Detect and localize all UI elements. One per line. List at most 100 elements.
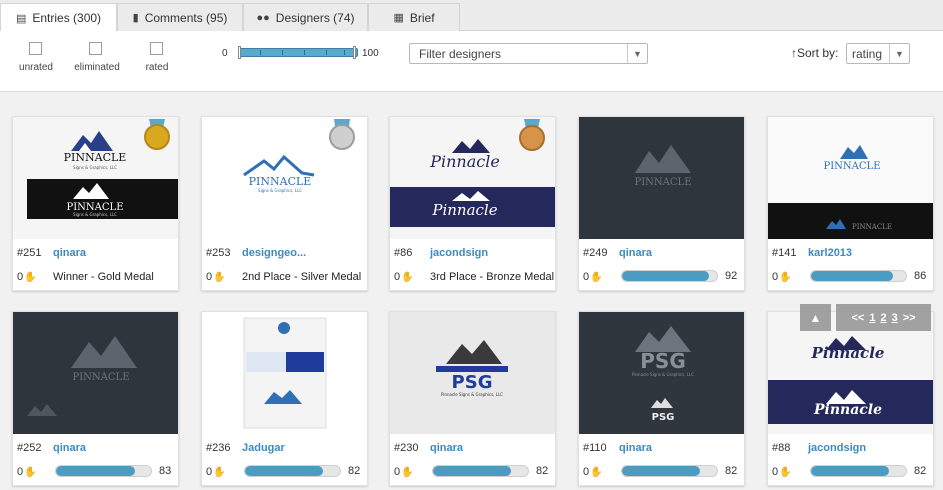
rating-range-slider[interactable] (238, 46, 358, 59)
designer-filter-select[interactable]: Filter designers ▼ (409, 43, 648, 64)
entry-author-link[interactable]: qinara (430, 442, 463, 454)
likes-count: 0 (772, 271, 779, 283)
tab-designers[interactable]: ●● Designers (74) (243, 3, 368, 31)
entry-number: #86 (394, 247, 413, 259)
likes-count: 0 (17, 271, 24, 283)
unrated-checkbox[interactable] (29, 42, 42, 55)
entry-card[interactable]: PINNACLE Signs & Graphics, LLC #253 desi… (201, 116, 368, 291)
entry-likes[interactable]: 0 ✋ (17, 271, 37, 283)
logo-text: PSG (452, 372, 493, 393)
rating-bar[interactable] (621, 270, 718, 282)
rating-bar[interactable] (244, 465, 341, 477)
entry-likes[interactable]: 0 ✋ (772, 271, 792, 283)
rating-bar-fill (245, 466, 323, 476)
rating-bar[interactable] (432, 465, 529, 477)
eliminated-checkbox[interactable] (89, 42, 102, 55)
next-page-link[interactable]: >> (903, 312, 916, 324)
entry-card[interactable]: PSG Pinnacle Signs & Graphics, LLC PSG #… (578, 311, 745, 486)
entry-author-link[interactable]: karl2013 (808, 247, 852, 259)
sort-label: ↑Sort by: (791, 46, 838, 60)
entry-card[interactable]: Pinnacle Pinnacle #88 jacondsign 0 ✋ 82 (767, 311, 934, 486)
tab-brief-label: Brief (409, 10, 435, 25)
entry-author-link[interactable]: qinara (619, 442, 652, 454)
page-link[interactable]: 1 (869, 312, 875, 324)
entry-image: PSG Pinnacle Signs & Graphics, LLC (390, 312, 555, 434)
logo-text: Pinnacle (813, 402, 882, 418)
rated-checkbox[interactable] (150, 42, 163, 55)
entry-thumbnail[interactable]: PSG Pinnacle Signs & Graphics, LLC (390, 312, 555, 434)
entry-thumbnail[interactable]: PINNACLE PINNACLE (768, 117, 933, 239)
logo-text: PINNACLE (852, 223, 892, 231)
filter-bar: unrated eliminated rated 0 100 Filter de… (0, 31, 943, 92)
entry-author-link[interactable]: Jadugar (242, 442, 285, 454)
entry-image: PINNACLE Signs & Graphics, LLC PINNACLE … (13, 117, 178, 239)
tab-designers-label: Designers (74) (275, 10, 355, 25)
page-link[interactable]: 2 (880, 312, 886, 324)
thumbs-up-icon: ✋ (779, 271, 792, 283)
entry-card[interactable]: PINNACLE #249 qinara 0 ✋ 92 (578, 116, 745, 291)
range-max-handle[interactable] (353, 46, 356, 59)
rating-bar-fill (622, 466, 700, 476)
tab-brief[interactable]: ▦ Brief (368, 3, 460, 31)
logo-text: PINNACLE (635, 177, 692, 188)
entry-thumbnail[interactable] (202, 312, 367, 434)
entry-author-link[interactable]: jacondsign (808, 442, 866, 454)
rating-bar[interactable] (810, 465, 907, 477)
entry-likes[interactable]: 0 ✋ (583, 271, 603, 283)
entry-image: PINNACLE Signs & Graphics, LLC (202, 117, 367, 239)
tab-entries-label: Entries (300) (32, 11, 102, 25)
sort-select[interactable]: rating ▼ (846, 43, 910, 64)
entry-likes[interactable]: 0 ✋ (394, 466, 414, 478)
entry-number: #252 (17, 442, 42, 454)
entry-card[interactable]: #236 Jadugar 0 ✋ 82 (201, 311, 368, 486)
rating-bar[interactable] (621, 465, 718, 477)
entry-card[interactable]: PINNACLE Signs & Graphics, LLC PINNACLE … (12, 116, 179, 291)
entry-likes[interactable]: 0 ✋ (394, 271, 414, 283)
entry-card[interactable]: PINNACLE PINNACLE #141 karl2013 0 ✋ 86 (767, 116, 934, 291)
entry-author-link[interactable]: qinara (53, 247, 86, 259)
entry-author-link[interactable]: jacondsign (430, 247, 488, 259)
prev-page-link[interactable]: << (851, 312, 864, 324)
thumbs-up-icon: ✋ (590, 271, 603, 283)
entry-image: PSG Pinnacle Signs & Graphics, LLC PSG (579, 312, 744, 434)
entry-thumbnail[interactable]: PINNACLE (579, 117, 744, 239)
thumbs-up-icon: ✋ (590, 466, 603, 478)
rating-score: 82 (725, 465, 738, 477)
entry-number: #249 (583, 247, 608, 259)
range-min-handle[interactable] (238, 46, 241, 59)
sort-label-text: Sort by: (797, 46, 839, 60)
entry-thumbnail[interactable]: PINNACLE (13, 312, 178, 434)
entry-likes[interactable]: 0 ✋ (583, 466, 603, 478)
entry-thumbnail[interactable]: PINNACLE Signs & Graphics, LLC (202, 117, 367, 239)
entry-thumbnail[interactable]: Pinnacle Pinnacle (390, 117, 555, 239)
range-tick (326, 50, 327, 55)
scroll-top-button[interactable]: ▲ (800, 304, 831, 331)
thumbs-up-icon: ✋ (24, 271, 37, 283)
logo-subtext: Pinnacle Signs & Graphics, LLC (632, 372, 694, 377)
chevron-up-icon: ▲ (809, 310, 822, 325)
rating-bar[interactable] (55, 465, 152, 477)
entry-card[interactable]: Pinnacle Pinnacle #86 jacondsign 0 ✋ 3rd … (389, 116, 556, 291)
entry-thumbnail[interactable]: PINNACLE Signs & Graphics, LLC PINNACLE … (13, 117, 178, 239)
entry-likes[interactable]: 0 ✋ (206, 271, 226, 283)
tab-comments[interactable]: ▮ Comments (95) (117, 3, 243, 31)
tab-entries[interactable]: ▤ Entries (300) (0, 3, 117, 32)
entry-card[interactable]: PINNACLE #252 qinara 0 ✋ 83 (12, 311, 179, 486)
entry-author-link[interactable]: qinara (53, 442, 86, 454)
rating-bar[interactable] (810, 270, 907, 282)
entry-author-link[interactable]: qinara (619, 247, 652, 259)
entry-number: #230 (394, 442, 419, 454)
entry-thumbnail[interactable]: PSG Pinnacle Signs & Graphics, LLC PSG (579, 312, 744, 434)
tab-comments-label: Comments (95) (144, 10, 228, 25)
entry-likes[interactable]: 0 ✋ (17, 466, 37, 478)
logo-subtext: Signs & Graphics, LLC (73, 165, 117, 170)
entry-likes[interactable]: 0 ✋ (772, 466, 792, 478)
page-link[interactable]: 3 (892, 312, 898, 324)
entry-likes[interactable]: 0 ✋ (206, 466, 226, 478)
entry-author-link[interactable]: designgeo... (242, 247, 306, 259)
rated-label: rated (145, 62, 169, 73)
likes-count: 0 (772, 466, 779, 478)
entry-image: PINNACLE (13, 312, 178, 434)
rating-score: 83 (159, 465, 172, 477)
entry-card[interactable]: PSG Pinnacle Signs & Graphics, LLC #230 … (389, 311, 556, 486)
